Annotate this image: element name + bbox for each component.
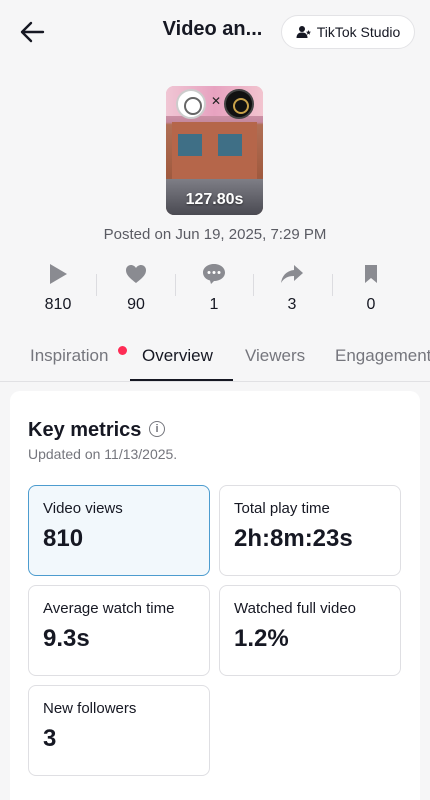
metric-label: New followers: [43, 700, 137, 717]
brand-logo-icon: [224, 89, 254, 119]
back-button[interactable]: [16, 18, 48, 46]
stat-comments-value: 1: [209, 296, 219, 313]
page-title: Video an...: [162, 18, 263, 40]
tiktok-studio-button[interactable]: TikTok Studio: [281, 15, 415, 49]
key-metrics-title: Key metrics: [28, 419, 142, 441]
arrow-left-icon: [20, 21, 45, 43]
tab-bar: Inspiration Overview Viewers Engagement: [0, 334, 430, 382]
metric-new-followers[interactable]: New followers 3: [28, 685, 210, 776]
heart-icon: [126, 265, 146, 283]
thumbnail-window: [178, 134, 202, 156]
stat-likes-value: 90: [127, 296, 145, 313]
stats-row: 810 90 1 3 0: [18, 260, 410, 322]
tab-engagement[interactable]: Engagement: [335, 346, 430, 366]
stat-views-value: 810: [44, 296, 72, 313]
tab-inspiration[interactable]: Inspiration: [30, 346, 108, 366]
metric-average-watch-time[interactable]: Average watch time 9.3s: [28, 585, 210, 676]
play-icon: [50, 264, 67, 284]
tab-overview[interactable]: Overview: [142, 346, 213, 366]
stat-divider: [175, 274, 176, 296]
metric-label: Video views: [43, 500, 123, 517]
metric-value: 2h:8m:23s: [234, 525, 353, 552]
metric-label: Total play time: [234, 500, 330, 517]
share-icon: [281, 265, 303, 283]
metric-watched-full-video[interactable]: Watched full video 1.2%: [219, 585, 401, 676]
key-metrics-card: Key metrics i Updated on 11/13/2025. Vid…: [10, 391, 420, 800]
stat-views: 810: [28, 260, 88, 314]
tab-viewers[interactable]: Viewers: [245, 346, 305, 366]
posted-date: Posted on Jun 19, 2025, 7:29 PM: [103, 226, 327, 243]
metric-value: 810: [43, 525, 84, 552]
stat-divider: [253, 274, 254, 296]
metric-value: 9.3s: [43, 625, 90, 652]
metric-total-play-time[interactable]: Total play time 2h:8m:23s: [219, 485, 401, 576]
video-thumbnail[interactable]: ✕ 127.80s: [166, 86, 263, 215]
stat-shares-value: 3: [287, 296, 297, 313]
stat-divider: [96, 274, 97, 296]
stat-likes: 90: [106, 260, 166, 314]
metric-video-views[interactable]: Video views 810: [28, 485, 210, 576]
stat-shares: 3: [262, 260, 322, 314]
stat-comments: 1: [184, 260, 244, 314]
video-duration: 127.80s: [185, 191, 244, 208]
metric-value: 3: [43, 725, 57, 752]
stat-divider: [332, 274, 333, 296]
notification-dot: [118, 346, 127, 355]
info-icon[interactable]: i: [149, 421, 165, 437]
metric-label: Average watch time: [43, 600, 175, 617]
collab-x-icon: ✕: [211, 94, 222, 108]
college-logo-icon: [176, 89, 206, 119]
studio-label: TikTok Studio: [316, 24, 401, 40]
stat-saves: 0: [341, 260, 401, 314]
person-star-icon: [296, 26, 311, 38]
thumbnail-window: [218, 134, 242, 156]
tab-active-indicator: [130, 379, 233, 381]
updated-date: Updated on 11/13/2025.: [28, 446, 178, 462]
header: Video an... TikTok Studio: [0, 0, 430, 64]
metric-value: 1.2%: [234, 625, 289, 652]
comment-icon: [203, 264, 225, 284]
stat-saves-value: 0: [366, 296, 376, 313]
metric-label: Watched full video: [234, 600, 357, 617]
bookmark-icon: [365, 265, 377, 283]
